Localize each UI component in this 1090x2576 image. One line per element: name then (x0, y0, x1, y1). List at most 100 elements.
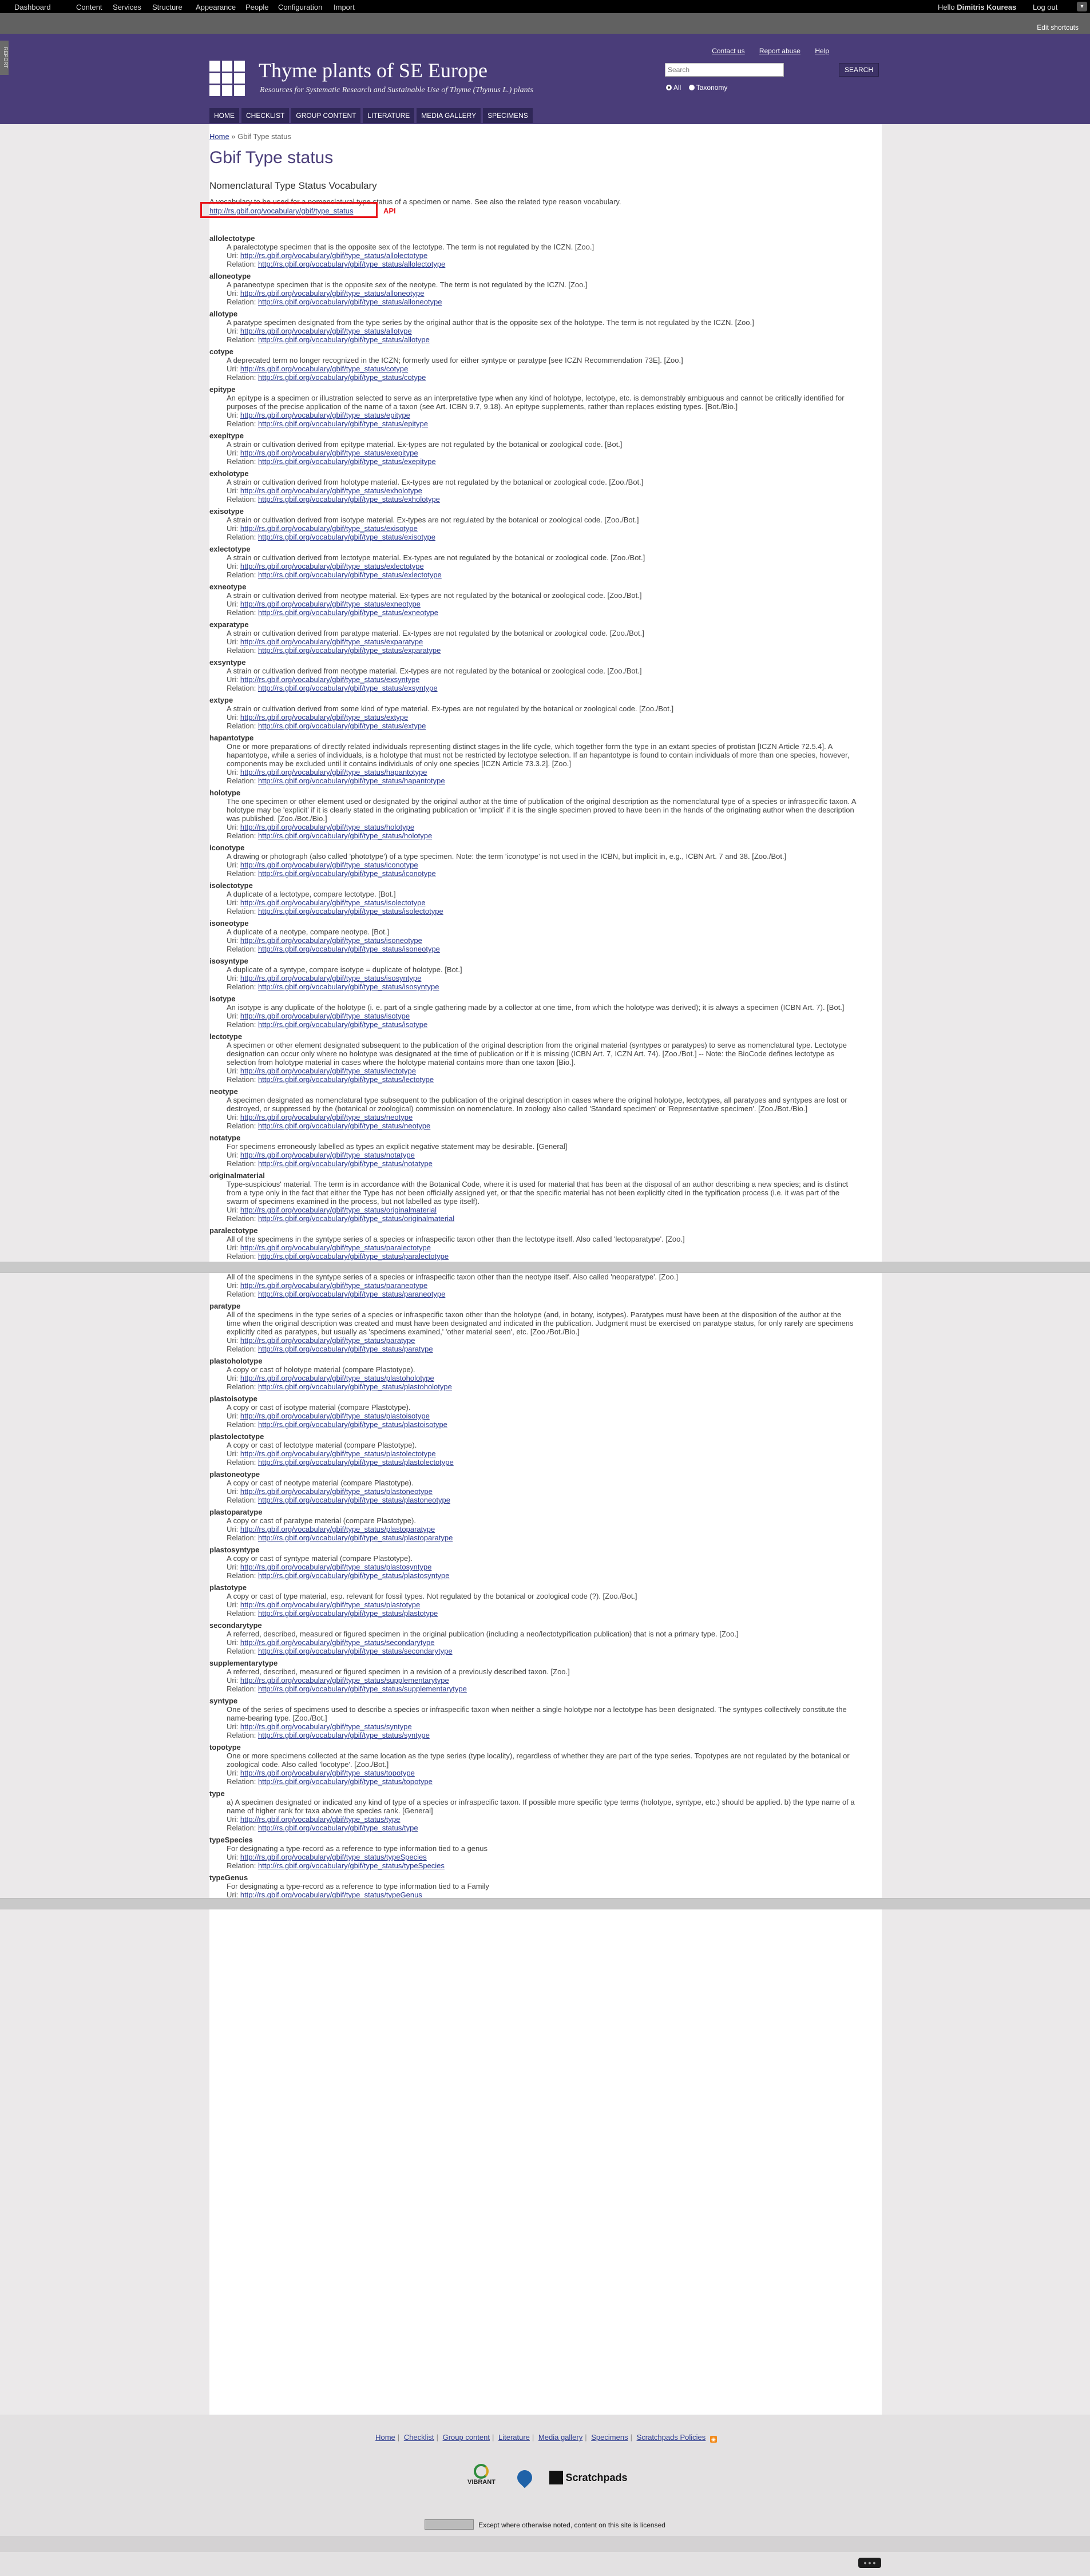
term-relation-link[interactable]: http://rs.gbif.org/vocabulary/gbif/type_… (258, 1382, 452, 1391)
term-uri-link[interactable]: http://rs.gbif.org/vocabulary/gbif/type_… (240, 562, 424, 570)
term-relation-link[interactable]: http://rs.gbif.org/vocabulary/gbif/type_… (258, 1420, 447, 1429)
term-relation-link[interactable]: http://rs.gbif.org/vocabulary/gbif/type_… (258, 945, 440, 953)
vibrant-logo[interactable]: VIBRANT (462, 2464, 500, 2491)
toolbar-user[interactable]: Dimitris Koureas (957, 3, 1016, 11)
term-relation-link[interactable]: http://rs.gbif.org/vocabulary/gbif/type_… (258, 1252, 449, 1261)
creative-commons-badge-icon[interactable] (425, 2519, 474, 2530)
contact-us-link[interactable]: Contact us (712, 47, 744, 55)
logout-link[interactable]: Log out (1033, 3, 1057, 11)
term-uri-link[interactable]: http://rs.gbif.org/vocabulary/gbif/type_… (240, 524, 418, 533)
term-uri-link[interactable]: http://rs.gbif.org/vocabulary/gbif/type_… (240, 364, 408, 373)
term-uri-link[interactable]: http://rs.gbif.org/vocabulary/gbif/type_… (240, 1206, 437, 1214)
term-uri-link[interactable]: http://rs.gbif.org/vocabulary/gbif/type_… (240, 1067, 416, 1075)
term-uri-link[interactable]: http://rs.gbif.org/vocabulary/gbif/type_… (240, 1600, 420, 1609)
term-uri-link[interactable]: http://rs.gbif.org/vocabulary/gbif/type_… (240, 768, 427, 776)
term-uri-link[interactable]: http://rs.gbif.org/vocabulary/gbif/type_… (240, 713, 408, 722)
term-uri-link[interactable]: http://rs.gbif.org/vocabulary/gbif/type_… (240, 1769, 415, 1777)
term-uri-link[interactable]: http://rs.gbif.org/vocabulary/gbif/type_… (240, 974, 422, 982)
term-relation-link[interactable]: http://rs.gbif.org/vocabulary/gbif/type_… (258, 1571, 450, 1580)
term-uri-link[interactable]: http://rs.gbif.org/vocabulary/gbif/type_… (240, 1638, 435, 1647)
term-relation-link[interactable]: http://rs.gbif.org/vocabulary/gbif/type_… (258, 1533, 453, 1542)
term-uri-link[interactable]: http://rs.gbif.org/vocabulary/gbif/type_… (240, 1113, 413, 1121)
toolbar-structure[interactable]: Structure (152, 3, 183, 11)
term-uri-link[interactable]: http://rs.gbif.org/vocabulary/gbif/type_… (240, 1563, 432, 1571)
term-uri-link[interactable]: http://rs.gbif.org/vocabulary/gbif/type_… (240, 1412, 430, 1420)
edit-shortcuts-link[interactable]: Edit shortcuts (1037, 23, 1079, 31)
term-uri-link[interactable]: http://rs.gbif.org/vocabulary/gbif/type_… (240, 1151, 415, 1159)
term-uri-link[interactable]: http://rs.gbif.org/vocabulary/gbif/type_… (240, 411, 410, 419)
term-relation-link[interactable]: http://rs.gbif.org/vocabulary/gbif/type_… (258, 869, 436, 878)
term-relation-link[interactable]: http://rs.gbif.org/vocabulary/gbif/type_… (258, 533, 435, 541)
footer-literature-link[interactable]: Literature (498, 2433, 530, 2442)
scope-all-radio[interactable]: All (666, 84, 681, 92)
nav-home[interactable]: HOME (209, 108, 239, 123)
term-relation-link[interactable]: http://rs.gbif.org/vocabulary/gbif/type_… (258, 1496, 450, 1504)
term-uri-link[interactable]: http://rs.gbif.org/vocabulary/gbif/type_… (240, 861, 418, 869)
toolbar-dashboard[interactable]: Dashboard (14, 3, 51, 11)
term-relation-link[interactable]: http://rs.gbif.org/vocabulary/gbif/type_… (258, 1121, 430, 1130)
term-uri-link[interactable]: http://rs.gbif.org/vocabulary/gbif/type_… (240, 449, 418, 457)
term-relation-link[interactable]: http://rs.gbif.org/vocabulary/gbif/type_… (258, 1345, 433, 1353)
water-drop-logo-icon[interactable] (514, 2467, 536, 2488)
toolbar-content[interactable]: Content (76, 3, 102, 11)
footer-checklist-link[interactable]: Checklist (404, 2433, 434, 2442)
scope-taxonomy-radio[interactable]: Taxonomy (688, 84, 727, 92)
search-input[interactable] (665, 63, 784, 77)
term-relation-link[interactable]: http://rs.gbif.org/vocabulary/gbif/type_… (258, 1647, 453, 1655)
term-relation-link[interactable]: http://rs.gbif.org/vocabulary/gbif/type_… (258, 1685, 467, 1693)
footer-media-gallery-link[interactable]: Media gallery (538, 2433, 582, 2442)
footer-specimens-link[interactable]: Specimens (591, 2433, 628, 2442)
term-uri-link[interactable]: http://rs.gbif.org/vocabulary/gbif/type_… (240, 1525, 435, 1533)
term-uri-link[interactable]: http://rs.gbif.org/vocabulary/gbif/type_… (240, 1012, 410, 1020)
term-uri-link[interactable]: http://rs.gbif.org/vocabulary/gbif/type_… (240, 1676, 449, 1685)
term-uri-link[interactable]: http://rs.gbif.org/vocabulary/gbif/type_… (240, 1374, 434, 1382)
help-link[interactable]: Help (815, 47, 829, 55)
term-relation-link[interactable]: http://rs.gbif.org/vocabulary/gbif/type_… (258, 570, 442, 579)
term-relation-link[interactable]: http://rs.gbif.org/vocabulary/gbif/type_… (258, 1861, 445, 1870)
term-relation-link[interactable]: http://rs.gbif.org/vocabulary/gbif/type_… (258, 495, 440, 504)
site-name[interactable]: Thyme plants of SE Europe (259, 58, 487, 82)
term-uri-link[interactable]: http://rs.gbif.org/vocabulary/gbif/type_… (240, 1449, 436, 1458)
term-uri-link[interactable]: http://rs.gbif.org/vocabulary/gbif/type_… (240, 327, 412, 335)
term-relation-link[interactable]: http://rs.gbif.org/vocabulary/gbif/type_… (258, 1290, 445, 1298)
toolbar-services[interactable]: Services (113, 3, 141, 11)
term-relation-link[interactable]: http://rs.gbif.org/vocabulary/gbif/type_… (258, 419, 428, 428)
term-relation-link[interactable]: http://rs.gbif.org/vocabulary/gbif/type_… (258, 1609, 438, 1618)
report-abuse-link[interactable]: Report abuse (759, 47, 800, 55)
toolbar-toggle-icon[interactable]: ▾ (1077, 2, 1087, 11)
term-relation-link[interactable]: http://rs.gbif.org/vocabulary/gbif/type_… (258, 722, 426, 730)
term-relation-link[interactable]: http://rs.gbif.org/vocabulary/gbif/type_… (258, 907, 443, 916)
nav-media-gallery[interactable]: MEDIA GALLERY (417, 108, 481, 123)
nav-literature[interactable]: LITERATURE (363, 108, 415, 123)
search-button[interactable]: SEARCH (839, 63, 879, 77)
term-relation-link[interactable]: http://rs.gbif.org/vocabulary/gbif/type_… (258, 982, 439, 991)
footer-policies-link[interactable]: Scratchpads Policies (637, 2433, 706, 2442)
toolbar-people[interactable]: People (245, 3, 268, 11)
term-relation-link[interactable]: http://rs.gbif.org/vocabulary/gbif/type_… (258, 776, 445, 785)
term-uri-link[interactable]: http://rs.gbif.org/vocabulary/gbif/type_… (240, 251, 427, 260)
term-relation-link[interactable]: http://rs.gbif.org/vocabulary/gbif/type_… (258, 1731, 430, 1739)
toolbar-configuration[interactable]: Configuration (278, 3, 322, 11)
nav-group-content[interactable]: GROUP CONTENT (291, 108, 361, 123)
term-uri-link[interactable]: http://rs.gbif.org/vocabulary/gbif/type_… (240, 486, 422, 495)
term-uri-link[interactable]: http://rs.gbif.org/vocabulary/gbif/type_… (240, 675, 420, 684)
breadcrumb-home[interactable]: Home (209, 132, 229, 141)
term-relation-link[interactable]: http://rs.gbif.org/vocabulary/gbif/type_… (258, 1159, 433, 1168)
term-relation-link[interactable]: http://rs.gbif.org/vocabulary/gbif/type_… (258, 373, 426, 382)
term-uri-link[interactable]: http://rs.gbif.org/vocabulary/gbif/type_… (240, 1722, 412, 1731)
term-uri-link[interactable]: http://rs.gbif.org/vocabulary/gbif/type_… (240, 1336, 415, 1345)
term-uri-link[interactable]: http://rs.gbif.org/vocabulary/gbif/type_… (240, 1243, 431, 1252)
term-uri-link[interactable]: http://rs.gbif.org/vocabulary/gbif/type_… (240, 898, 426, 907)
nav-checklist[interactable]: CHECKLIST (241, 108, 290, 123)
term-relation-link[interactable]: http://rs.gbif.org/vocabulary/gbif/type_… (258, 646, 441, 655)
nav-specimens[interactable]: SPECIMENS (483, 108, 533, 123)
term-relation-link[interactable]: http://rs.gbif.org/vocabulary/gbif/type_… (258, 608, 438, 617)
toolbar-appearance[interactable]: Appearance (196, 3, 236, 11)
term-uri-link[interactable]: http://rs.gbif.org/vocabulary/gbif/type_… (240, 1281, 427, 1290)
scratchpads-logo[interactable]: Scratchpads (549, 2471, 628, 2484)
report-side-tab[interactable]: REPORT (0, 41, 9, 75)
term-relation-link[interactable]: http://rs.gbif.org/vocabulary/gbif/type_… (258, 298, 442, 306)
toolbar-import[interactable]: Import (334, 3, 355, 11)
footer-home-link[interactable]: Home (375, 2433, 395, 2442)
term-relation-link[interactable]: http://rs.gbif.org/vocabulary/gbif/type_… (258, 335, 430, 344)
